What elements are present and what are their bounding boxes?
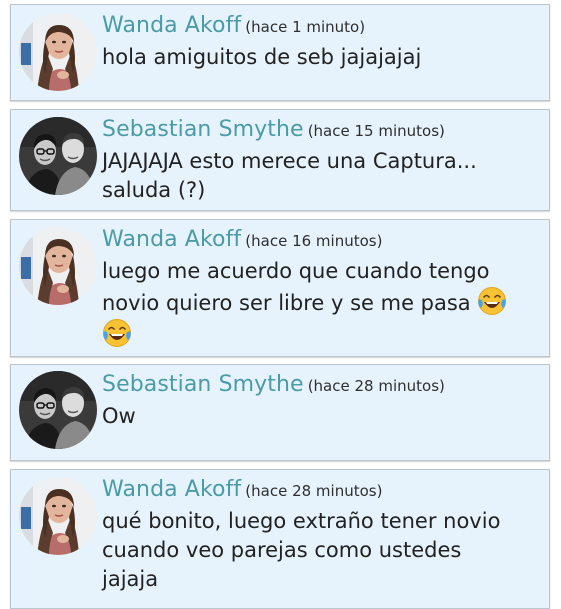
comment-text-line: novio quiero ser libre y se me pasa xyxy=(102,286,542,318)
comment-card: Wanda Akoff (hace 16 minutos) luego me ac… xyxy=(10,219,550,357)
comment-header: Wanda Akoff (hace 28 minutos) xyxy=(102,477,382,502)
comment-text-line: cuando veo parejas como ustedes xyxy=(102,538,462,562)
comment-timestamp: (hace 16 minutos) xyxy=(245,232,383,250)
comment-text-line: luego me acuerdo que cuando tengo xyxy=(102,259,490,283)
comment-text-line xyxy=(102,318,542,350)
wanda-avatar-icon[interactable] xyxy=(19,477,97,555)
comment-card: Sebastian Smythe (hace 28 minutos) Ow xyxy=(10,364,550,461)
comment-feed: Wanda Akoff (hace 1 minuto) hola amiguito… xyxy=(0,0,561,609)
comment-timestamp: (hace 28 minutos) xyxy=(307,377,445,395)
comment-timestamp: (hace 15 minutos) xyxy=(307,122,445,140)
face-with-tears-of-joy-icon xyxy=(477,286,507,316)
comment-card: Wanda Akoff (hace 1 minuto) hola amiguito… xyxy=(10,4,550,101)
author-name[interactable]: Wanda Akoff xyxy=(102,227,241,252)
wanda-avatar-icon[interactable] xyxy=(19,227,97,305)
comment-text-line: jajaja xyxy=(102,567,159,591)
wanda-avatar-icon[interactable] xyxy=(19,13,97,91)
comment-text-line: JAJAJAJA esto merece una Captura... xyxy=(102,149,477,173)
sebastian-avatar-icon[interactable] xyxy=(19,371,97,449)
sebastian-avatar-icon[interactable] xyxy=(19,117,97,195)
face-with-tears-of-joy-icon xyxy=(102,318,132,348)
comment-timestamp: (hace 1 minuto) xyxy=(245,18,366,36)
author-name[interactable]: Sebastian Smythe xyxy=(102,372,304,397)
comment-text-line: hola amiguitos de seb jajajajaj xyxy=(102,45,422,69)
comment-text-line: Ow xyxy=(102,404,136,428)
comment-body: luego me acuerdo que cuando tengo novio … xyxy=(102,257,542,350)
author-name[interactable]: Wanda Akoff xyxy=(102,477,241,502)
comment-timestamp: (hace 28 minutos) xyxy=(245,482,383,500)
comment-body: Ow xyxy=(102,402,542,431)
author-name[interactable]: Sebastian Smythe xyxy=(102,117,304,142)
comment-card: Wanda Akoff (hace 28 minutos) qué bonito,… xyxy=(10,469,550,609)
comment-header: Wanda Akoff (hace 16 minutos) xyxy=(102,227,382,252)
comment-text-line: saluda (?) xyxy=(102,178,206,202)
comment-body: hola amiguitos de seb jajajajaj xyxy=(102,43,542,72)
comment-header: Sebastian Smythe (hace 28 minutos) xyxy=(102,372,445,397)
comment-text-line: qué bonito, luego extraño tener novio xyxy=(102,509,501,533)
comment-header: Sebastian Smythe (hace 15 minutos) xyxy=(102,117,445,142)
comment-body: qué bonito, luego extraño tener novio cu… xyxy=(102,507,542,594)
comment-text-fragment: novio quiero ser libre y se me pasa xyxy=(102,291,471,315)
author-name[interactable]: Wanda Akoff xyxy=(102,13,241,38)
comment-card: Sebastian Smythe (hace 15 minutos) JAJAJA… xyxy=(10,109,550,211)
comment-header: Wanda Akoff (hace 1 minuto) xyxy=(102,13,365,38)
comment-body: JAJAJAJA esto merece una Captura... salu… xyxy=(102,147,542,205)
